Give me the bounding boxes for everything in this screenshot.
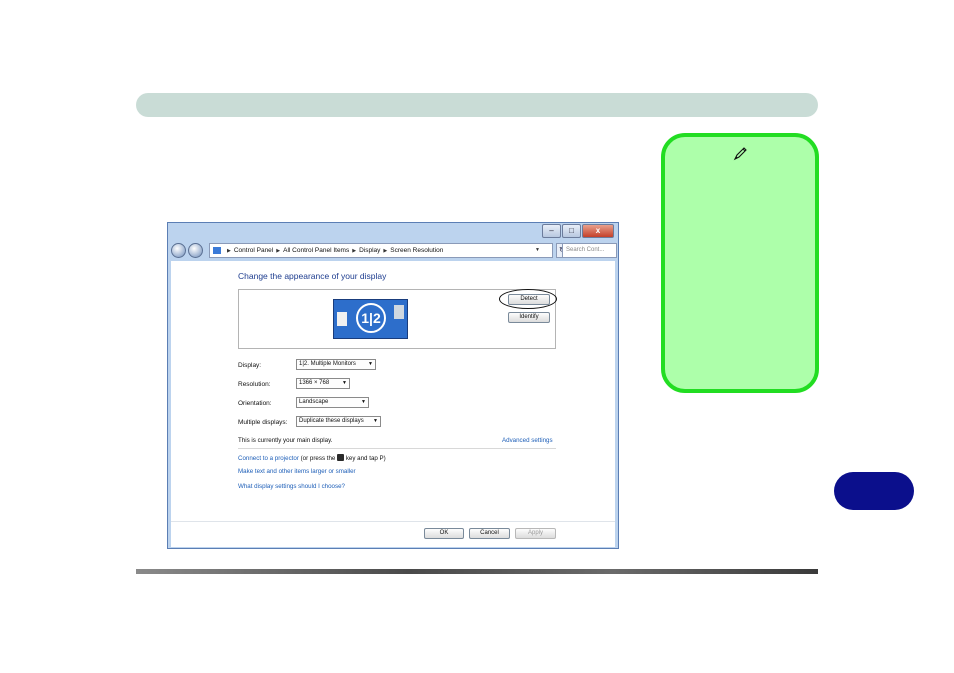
breadcrumb-display[interactable]: Display xyxy=(359,247,380,254)
monitor-thumbnail-icon xyxy=(394,305,404,319)
minimize-button[interactable]: – xyxy=(542,224,561,238)
search-input[interactable]: Search Cont... xyxy=(562,243,617,258)
multiple-displays-label: Multiple displays: xyxy=(238,419,288,426)
display-help-link[interactable]: What display settings should I choose? xyxy=(238,483,345,490)
monitor-number: 1|2 xyxy=(356,303,386,333)
chevron-right-icon: ▶ xyxy=(383,248,388,254)
dialog-footer: OK Cancel Apply xyxy=(171,521,615,547)
screen-resolution-window: – □ x ▶ Control Panel ▶ All Control Panel I… xyxy=(167,222,619,549)
forward-button[interactable] xyxy=(188,243,203,258)
chevron-right-icon: ▶ xyxy=(276,248,281,254)
chevron-right-icon: ▶ xyxy=(352,248,357,254)
page-footer-rule xyxy=(136,569,818,574)
content-pane: Change the appearance of your display 1|… xyxy=(171,261,615,547)
window-controls: – □ x xyxy=(542,224,614,238)
monitor-preview[interactable]: 1|2 xyxy=(333,299,408,339)
multiple-displays-value: Duplicate these displays xyxy=(299,418,364,424)
chapter-tab xyxy=(834,472,914,510)
chevron-down-icon: ▼ xyxy=(373,418,378,424)
resolution-value: 1366 × 768 xyxy=(299,380,330,386)
projector-line: Connect to a projector (or press the key… xyxy=(238,454,386,462)
chevron-down-icon: ▼ xyxy=(368,361,373,367)
windows-key-icon xyxy=(337,454,345,461)
orientation-select[interactable]: Landscape ▼ xyxy=(296,397,369,408)
multiple-displays-select[interactable]: Duplicate these displays ▼ xyxy=(296,416,381,427)
maximize-button[interactable]: □ xyxy=(562,224,581,238)
breadcrumb-all-items[interactable]: All Control Panel Items xyxy=(283,247,349,254)
display-label: Display: xyxy=(238,362,262,369)
orientation-label: Orientation: xyxy=(238,400,272,407)
monitor-thumbnail-icon xyxy=(337,312,347,326)
projector-hint-suffix: key and tap P) xyxy=(345,455,386,462)
divider xyxy=(238,448,556,449)
breadcrumb-control-panel[interactable]: Control Panel xyxy=(234,247,273,254)
text-size-link[interactable]: Make text and other items larger or smal… xyxy=(238,468,356,475)
orientation-value: Landscape xyxy=(299,399,329,405)
advanced-settings-link[interactable]: Advanced settings xyxy=(502,437,553,444)
chevron-down-icon: ▼ xyxy=(361,399,366,405)
chevron-down-icon: ▼ xyxy=(342,380,347,386)
connect-projector-link[interactable]: Connect to a projector xyxy=(238,455,299,462)
display-preview: 1|2 Detect Identify xyxy=(238,289,557,349)
page-header-bar xyxy=(136,93,818,117)
identify-button[interactable]: Identify xyxy=(508,312,550,323)
apply-button[interactable]: Apply xyxy=(515,528,556,539)
main-display-text: This is currently your main display. xyxy=(238,437,333,444)
projector-hint-prefix: (or press the xyxy=(300,455,336,462)
breadcrumb-screen-resolution[interactable]: Screen Resolution xyxy=(390,247,443,254)
display-select[interactable]: 1|2. Multiple Monitors ▼ xyxy=(296,359,376,370)
ok-button[interactable]: OK xyxy=(424,528,464,539)
chevron-down-icon[interactable]: ▼ xyxy=(535,244,540,257)
page-title: Change the appearance of your display xyxy=(238,271,387,281)
note-box xyxy=(661,133,819,393)
resolution-select[interactable]: 1366 × 768 ▼ xyxy=(296,378,350,389)
chevron-right-icon: ▶ xyxy=(227,248,231,254)
cancel-button[interactable]: Cancel xyxy=(469,528,510,539)
highlight-ring xyxy=(499,289,557,309)
close-button[interactable]: x xyxy=(582,224,614,238)
navigation-bar: ▶ Control Panel ▶ All Control Panel Items ▶ D… xyxy=(171,243,617,259)
address-bar[interactable]: ▶ Control Panel ▶ All Control Panel Items ▶ D… xyxy=(209,243,553,258)
display-value: 1|2. Multiple Monitors xyxy=(299,361,356,367)
resolution-label: Resolution: xyxy=(238,381,271,388)
control-panel-icon xyxy=(213,247,221,254)
pencil-icon xyxy=(733,147,747,161)
back-button[interactable] xyxy=(171,243,186,258)
